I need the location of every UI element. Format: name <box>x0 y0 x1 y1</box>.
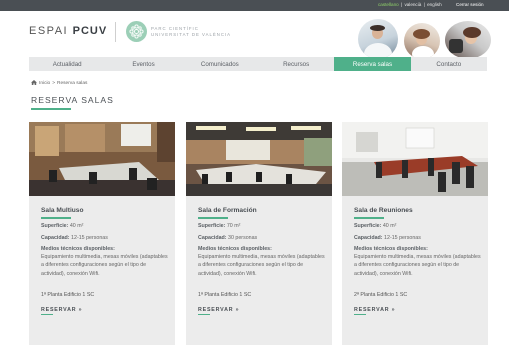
reserve-button[interactable]: RESERVAR » <box>354 307 395 313</box>
reserve-underline <box>41 314 53 315</box>
surface-value: 40 m² <box>382 223 397 229</box>
nav-item-reserva-salas[interactable]: Reserva salas <box>334 57 411 71</box>
resources-text: Equipamiento multimedia, mesas móviles (… <box>41 254 168 277</box>
header-photo-researcher <box>404 23 440 59</box>
capacity-value: 12-15 personas <box>384 235 421 241</box>
top-utility-bar: castellano | valencià | english Cerrar s… <box>0 0 509 11</box>
resources-label: Medios técnicos disponibles: <box>198 246 272 252</box>
reserve-button[interactable]: RESERVAR » <box>41 307 82 313</box>
surface-value: 40 m² <box>69 223 84 229</box>
resources-text: Equipamiento multimedia, mesas móviles (… <box>198 254 325 277</box>
surface-value: 70 m² <box>226 223 241 229</box>
capacity-value: 12-15 personas <box>71 235 108 241</box>
pcuv-line-2: UNIVERSITAT DE VALÈNCIA <box>151 32 231 37</box>
room-title: Sala Multiuso <box>41 207 84 214</box>
lang-separator: | <box>400 2 403 7</box>
page-title: RESERVA SALAS <box>31 95 114 105</box>
room-location: 1ª Planta Edificio 1 SC <box>41 292 95 298</box>
surface-label: Superficie: <box>41 223 69 229</box>
surface-label: Superficie: <box>354 223 382 229</box>
breadcrumb-home[interactable]: Inicio <box>39 81 50 86</box>
room-title-underline <box>41 217 71 219</box>
breadcrumb-separator: > <box>52 81 56 86</box>
room-surface: Superficie: 40 m² <box>354 223 396 229</box>
pcuv-text-logo: PARC CIENTÍFIC UNIVERSITAT DE VALÈNCIA <box>151 26 231 38</box>
room-card-multiuso: Sala Multiuso Superficie: 40 m² Capacida… <box>29 122 175 345</box>
room-title: Sala de Formación <box>198 207 257 214</box>
room-photo-multiuso <box>29 122 175 196</box>
lang-separator: | <box>423 2 425 7</box>
title-underline <box>31 108 71 110</box>
room-photo-formacion <box>186 122 332 196</box>
capacity-label: Capacidad: <box>354 235 383 241</box>
room-card-reuniones: Sala de Reuniones Superficie: 40 m² Capa… <box>342 122 488 345</box>
room-title-underline <box>198 217 228 219</box>
room-photo-reuniones <box>342 122 488 196</box>
room-surface: Superficie: 40 m² <box>41 223 83 229</box>
breadcrumb: Inicio > Reserva salas <box>31 80 87 87</box>
room-resources: Medios técnicos disponibles: Equipamiento… <box>354 245 482 278</box>
logo-text-light: ESPAI <box>29 25 69 37</box>
nav-item-recursos[interactable]: Recursos <box>258 57 334 71</box>
room-capacity: Capacidad: 12-15 personas <box>354 235 421 241</box>
pcuv-emblem-icon <box>126 21 147 42</box>
room-title-underline <box>354 217 384 219</box>
logo-text-bold: PCUV <box>72 25 108 37</box>
nav-item-eventos[interactable]: Eventos <box>105 57 181 71</box>
room-card-formacion: Sala de Formación Superficie: 70 m² Capa… <box>186 122 332 345</box>
lang-english[interactable]: english <box>427 2 442 7</box>
capacity-label: Capacidad: <box>198 235 227 241</box>
room-resources: Medios técnicos disponibles: Equipamiento… <box>41 245 169 278</box>
room-surface: Superficie: 70 m² <box>198 223 240 229</box>
lang-castellano[interactable]: castellano <box>378 2 399 7</box>
room-capacity: Capacidad: 30 personas <box>198 235 257 241</box>
reserve-underline <box>198 314 210 315</box>
nav-item-actualidad[interactable]: Actualidad <box>29 57 105 71</box>
language-switcher: castellano | valencià | english <box>378 2 443 7</box>
resources-label: Medios técnicos disponibles: <box>41 246 115 252</box>
nav-item-comunicados[interactable]: Comunicados <box>182 57 258 71</box>
header-photo-microscope <box>445 21 491 59</box>
reserve-underline <box>354 314 366 315</box>
room-location: 1ª Planta Edificio 1 SC <box>198 292 252 298</box>
resources-label: Medios técnicos disponibles: <box>354 246 428 252</box>
header-photo-scientist <box>358 19 398 59</box>
room-capacity: Capacidad: 12-15 personas <box>41 235 108 241</box>
espai-pcuv-logo[interactable]: ESPAI PCUV <box>29 25 107 37</box>
resources-text: Equipamiento multimedia, mesas móviles (… <box>354 254 481 277</box>
surface-label: Superficie: <box>198 223 226 229</box>
room-resources: Medios técnicos disponibles: Equipamiento… <box>198 245 326 278</box>
main-navigation: Actualidad Eventos Comunicados Recursos … <box>29 57 487 71</box>
capacity-value: 30 personas <box>228 235 258 241</box>
nav-item-contacto[interactable]: Contacto <box>411 57 487 71</box>
reserve-button[interactable]: RESERVAR » <box>198 307 239 313</box>
room-title: Sala de Reuniones <box>354 207 413 214</box>
lang-valenciano[interactable]: valencià <box>404 2 421 7</box>
logo-divider <box>115 22 116 42</box>
breadcrumb-current: Reserva salas <box>57 81 88 86</box>
capacity-label: Capacidad: <box>41 235 70 241</box>
logout-link[interactable]: Cerrar sesión <box>456 2 484 7</box>
home-icon[interactable] <box>31 80 37 87</box>
room-location: 2ª Planta Edificio 1 SC <box>354 292 408 298</box>
